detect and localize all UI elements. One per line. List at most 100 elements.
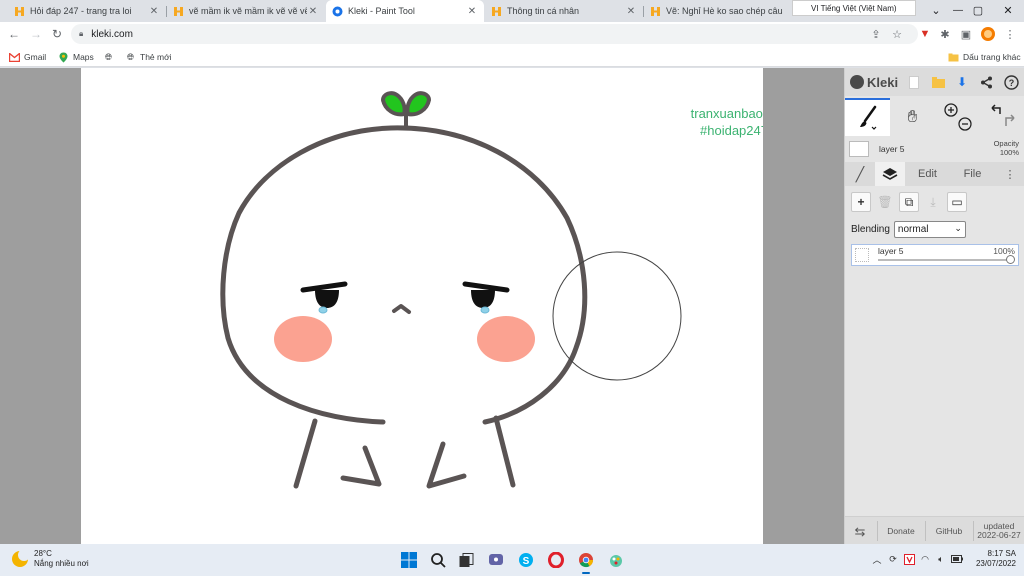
layer-list-item[interactable]: layer 5 100% — [851, 244, 1019, 266]
left-tear — [319, 307, 327, 313]
tab-layers[interactable] — [875, 162, 905, 186]
tab-title: Kleki - Paint Tool — [348, 6, 466, 16]
window-close-icon[interactable]: ✕ — [990, 0, 1024, 20]
task-view-icon[interactable] — [456, 550, 476, 570]
maps-icon — [58, 52, 69, 63]
globe-icon: 🌐︎ — [103, 52, 114, 63]
bookmark-the-moi[interactable]: 🌐︎ Thẻ mới — [125, 50, 172, 64]
kleki-side-panel: Kleki ⬇ ? ✋︎ layer 5 Opacity 100% ╱ Edit — [844, 68, 1024, 544]
volume-muted-icon[interactable]: 🔈︎ — [934, 552, 948, 566]
system-clock[interactable]: 8:17 SA 23/07/2022 — [972, 549, 1016, 569]
bookmark-globe[interactable]: 🌐︎ — [103, 50, 118, 64]
bookmark-gmail[interactable]: Gmail — [9, 50, 46, 64]
back-arrow-icon[interactable]: ← — [5, 25, 23, 43]
tab-kleki[interactable]: Kleki - Paint Tool ✕ — [326, 0, 484, 22]
tab-close-icon[interactable]: ✕ — [148, 6, 160, 17]
layer-actions: + 🗑︎ ⧉ ⤓ ▭ — [851, 192, 967, 212]
share-icon[interactable] — [977, 73, 995, 91]
bookmark-other-folder[interactable]: Dấu trang khác — [948, 50, 1021, 64]
extension-shield-icon[interactable]: ▼ — [917, 26, 933, 42]
blending-select[interactable]: normal ⌄ — [894, 221, 966, 238]
layer-thumbnail — [849, 141, 869, 157]
bookmarks-bar: Gmail Maps 🌐︎ 🌐︎ Thẻ mới Dấu trang khác — [0, 46, 1024, 67]
forward-arrow-icon[interactable]: → — [27, 25, 45, 43]
extensions-puzzle-icon[interactable]: ✱ — [937, 26, 953, 42]
right-leg — [496, 418, 513, 485]
hand-tool-button[interactable]: ✋︎ — [890, 98, 935, 136]
language-indicator-popup[interactable]: VI Tiếng Việt (Việt Nam) — [792, 0, 916, 16]
windows-taskbar: 28°C Nắng nhiều nơi S ︿ ⟳ ◠ 🔈︎ 8:17 SA 2… — [0, 544, 1024, 576]
lock-icon: 🔒︎ — [79, 29, 83, 39]
profile-avatar[interactable] — [980, 26, 996, 42]
tab-close-icon[interactable]: ✕ — [625, 6, 637, 17]
rename-layer-button[interactable]: ▭ — [947, 192, 967, 212]
updated-date: 2022-06-27 — [977, 531, 1020, 540]
canvas-stage[interactable]: tranxuanbao76 #hoidap247 — [0, 68, 844, 544]
bookmark-star-icon[interactable]: ☆ — [889, 26, 905, 42]
tray-sync-icon[interactable]: ⟳ — [886, 552, 900, 566]
chrome-icon[interactable] — [576, 550, 596, 570]
blending-value: normal — [898, 224, 929, 235]
blending-control: Blending normal ⌄ — [851, 220, 966, 238]
tab-ve-nghi-he[interactable]: Vẽ: Nghỉ Hè ko sao chép câu hỏi — [644, 0, 790, 22]
duplicate-layer-button[interactable]: ⧉ — [899, 192, 919, 212]
new-file-icon[interactable] — [905, 73, 923, 91]
current-layer-info[interactable]: layer 5 Opacity 100% — [845, 138, 1024, 160]
search-icon[interactable] — [428, 550, 448, 570]
kleki-logo-icon — [850, 75, 864, 89]
undo-redo-icon — [988, 102, 1018, 132]
bookmark-maps[interactable]: Maps — [58, 50, 94, 64]
menu-dots-icon[interactable]: ⋮ — [1002, 26, 1018, 42]
changelog-link[interactable]: updated 2022-06-27 — [975, 517, 1023, 545]
help-icon[interactable]: ? — [1002, 73, 1020, 91]
tab-brush[interactable]: ╱ — [845, 162, 875, 186]
download-icon[interactable]: ⬇ — [953, 73, 971, 91]
footer-separator — [973, 521, 974, 541]
tab-hoidap247[interactable]: Hỏi đáp 247 - trang tra loi ✕ — [8, 0, 166, 22]
swap-side-icon[interactable]: ⇆ — [845, 517, 875, 545]
browser-tab-strip: Hỏi đáp 247 - trang tra loi ✕ vẽ mầm ik … — [0, 0, 1024, 22]
kleki-logo[interactable]: Kleki — [850, 75, 898, 90]
blending-label: Blending — [851, 224, 890, 235]
right-eyebrow — [465, 284, 507, 290]
tab-file[interactable]: File — [950, 162, 995, 186]
layer-opacity-slider-handle[interactable] — [1006, 255, 1015, 264]
add-layer-button[interactable]: + — [851, 192, 871, 212]
kleki-favicon-icon — [332, 6, 343, 17]
weather-widget[interactable]: 28°C Nắng nhiều nơi — [12, 549, 89, 569]
donate-link[interactable]: Donate — [879, 517, 923, 545]
wifi-icon[interactable]: ◠ — [918, 552, 932, 566]
right-eye — [471, 290, 495, 308]
merge-layer-button[interactable]: ⤓ — [923, 192, 943, 212]
share-icon[interactable]: ⇪ — [868, 26, 884, 42]
skype-icon[interactable]: S — [516, 550, 536, 570]
paint-app-icon[interactable] — [606, 550, 626, 570]
side-panel-icon[interactable]: ▣ — [958, 26, 974, 42]
mouth — [394, 306, 409, 312]
address-bar[interactable]: 🔒︎ kleki.com — [71, 24, 918, 44]
github-link[interactable]: GitHub — [927, 517, 971, 545]
tray-overflow-chevron-icon[interactable]: ︿ — [870, 552, 884, 566]
battery-icon[interactable] — [950, 552, 964, 566]
save-icon[interactable] — [929, 73, 947, 91]
start-button[interactable] — [399, 550, 419, 570]
tab-close-icon[interactable]: ✕ — [466, 6, 478, 17]
drawing-canvas[interactable]: tranxuanbao76 #hoidap247 — [81, 68, 763, 544]
zoom-controls[interactable] — [935, 98, 980, 136]
tab-ve-mam[interactable]: vẽ mầm ik vẽ mầm ik vẽ vẽ vẽ ✕ — [167, 0, 325, 22]
windows-logo-icon — [401, 552, 417, 568]
brush-tool-button[interactable] — [845, 98, 890, 136]
layer-opacity-slider-track[interactable] — [878, 259, 1012, 261]
tray-security-icon[interactable] — [902, 552, 916, 566]
teams-chat-icon[interactable] — [486, 550, 506, 570]
undo-redo-controls[interactable] — [980, 98, 1024, 136]
drawing-svg — [81, 68, 763, 544]
reload-icon[interactable]: ↻ — [48, 25, 66, 43]
delete-layer-button[interactable]: 🗑︎ — [875, 192, 895, 212]
tab-thong-tin[interactable]: Thông tin cá nhân ✕ — [485, 0, 643, 22]
tab-edit[interactable]: Edit — [905, 162, 950, 186]
bookmark-label: Gmail — [24, 52, 46, 62]
more-vertical-icon[interactable]: ⋮ — [999, 162, 1021, 186]
tab-close-icon[interactable]: ✕ — [307, 6, 319, 17]
opera-icon[interactable] — [546, 550, 566, 570]
